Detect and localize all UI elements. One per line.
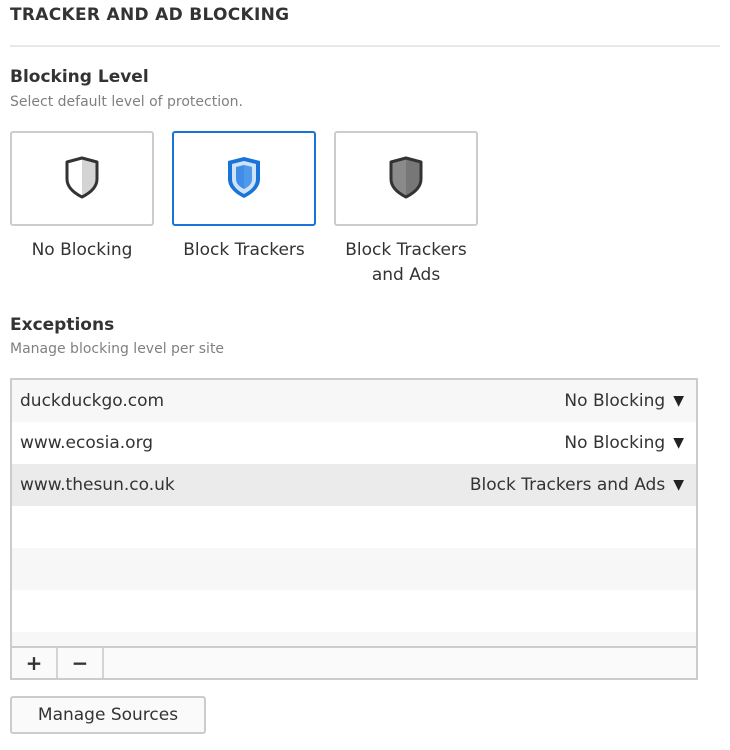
empty-row: [12, 590, 696, 632]
empty-row: [12, 548, 696, 590]
level-card[interactable]: [334, 131, 478, 226]
exception-level-value: No Blocking: [564, 391, 666, 411]
remove-exception-button[interactable]: −: [58, 648, 104, 678]
exception-level-dropdown[interactable]: No Blocking ▼: [564, 433, 684, 453]
blocking-level-subtitle: Select default level of protection.: [10, 94, 244, 110]
section-divider: [10, 45, 720, 47]
exception-site: www.ecosia.org: [20, 433, 154, 453]
exceptions-subtitle: Manage blocking level per site: [10, 341, 225, 357]
level-option-block-trackers-ads[interactable]: Block Trackers and Ads: [334, 131, 478, 288]
exceptions-list[interactable]: duckduckgo.com No Blocking ▼ www.ecosia.…: [10, 378, 698, 648]
level-card[interactable]: [10, 131, 154, 226]
exceptions-toolbar: + −: [10, 646, 698, 680]
blocking-level-title: Blocking Level: [10, 67, 149, 87]
shield-blue-icon: [224, 155, 264, 203]
exception-site: duckduckgo.com: [20, 391, 165, 411]
shield-half-icon: [62, 155, 102, 203]
add-exception-button[interactable]: +: [12, 648, 58, 678]
manage-sources-button[interactable]: Manage Sources: [10, 696, 206, 734]
dropdown-triangle-icon: ▼: [673, 393, 684, 409]
exception-level-value: Block Trackers and Ads: [469, 475, 666, 495]
section-title: TRACKER AND AD BLOCKING: [10, 5, 290, 25]
minus-icon: −: [71, 651, 89, 675]
dropdown-triangle-icon: ▼: [673, 435, 684, 451]
exception-row[interactable]: duckduckgo.com No Blocking ▼: [12, 380, 696, 422]
level-label: Block Trackers: [183, 240, 305, 260]
empty-row: [12, 506, 696, 548]
level-label: Block Trackers and Ads: [345, 240, 467, 285]
exception-site: www.thesun.co.uk: [20, 475, 175, 495]
dropdown-triangle-icon: ▼: [673, 477, 684, 493]
shield-dark-icon: [386, 155, 426, 203]
exception-level-value: No Blocking: [564, 433, 666, 453]
level-card[interactable]: [172, 131, 316, 226]
exception-level-dropdown[interactable]: Block Trackers and Ads ▼: [470, 475, 684, 495]
level-option-no-blocking[interactable]: No Blocking: [10, 131, 154, 263]
exception-level-dropdown[interactable]: No Blocking ▼: [564, 391, 684, 411]
plus-icon: +: [25, 651, 43, 675]
level-label: No Blocking: [31, 240, 133, 260]
exceptions-title: Exceptions: [10, 315, 115, 335]
exception-row[interactable]: www.ecosia.org No Blocking ▼: [12, 422, 696, 464]
exception-row[interactable]: www.thesun.co.uk Block Trackers and Ads …: [12, 464, 696, 506]
level-option-block-trackers[interactable]: Block Trackers: [172, 131, 316, 263]
